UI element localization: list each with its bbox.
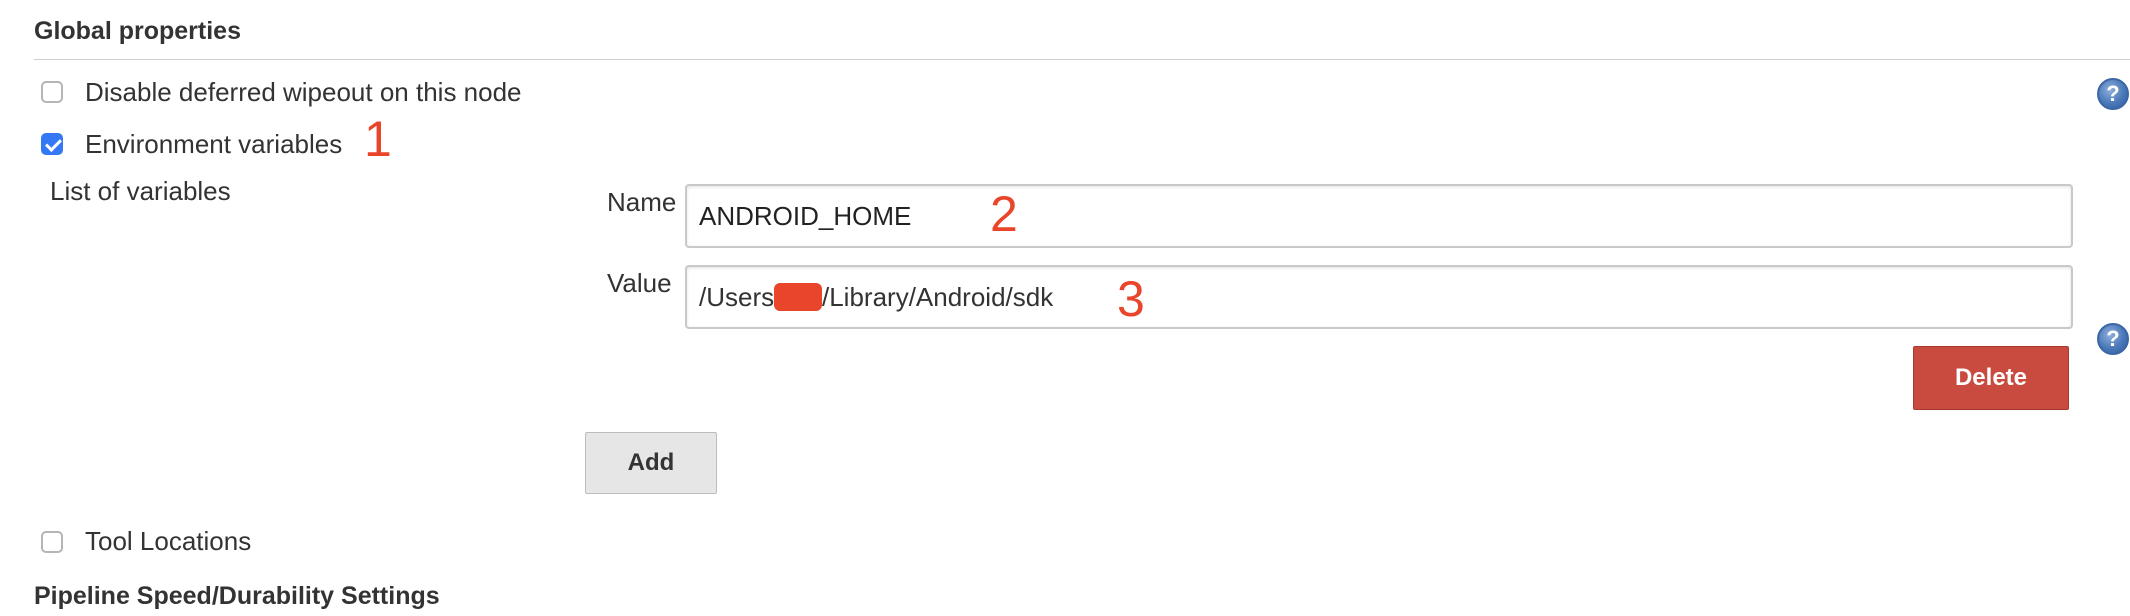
- list-of-variables-label: List of variables: [50, 176, 231, 206]
- section-title-global-properties: Global properties: [34, 17, 241, 45]
- value-text-suffix: /Library/Android/sdk: [822, 282, 1054, 312]
- tool-locations-label: Tool Locations: [85, 526, 252, 556]
- help-icon[interactable]: ?: [2097, 323, 2129, 355]
- env-var-name-input[interactable]: [685, 184, 2073, 248]
- annotation-number-3: 3: [1117, 271, 1145, 327]
- disable-deferred-wipeout-label: Disable deferred wipeout on this node: [85, 77, 522, 107]
- annotation-number-1: 1: [364, 111, 392, 167]
- section-title-pipeline-speed: Pipeline Speed/Durability Settings: [34, 582, 440, 610]
- environment-variables-checkbox[interactable]: [41, 133, 63, 155]
- annotation-number-2: 2: [990, 186, 1018, 242]
- redaction-mark: [774, 283, 822, 311]
- name-field-label: Name: [607, 187, 677, 217]
- help-icon[interactable]: ?: [2097, 78, 2129, 110]
- value-field-label: Value: [607, 268, 672, 298]
- add-button[interactable]: Add: [585, 432, 717, 494]
- checkmark-icon: [45, 135, 62, 152]
- environment-variables-label: Environment variables: [85, 129, 343, 159]
- section-divider: [34, 59, 2130, 60]
- delete-button[interactable]: Delete: [1913, 346, 2069, 410]
- tool-locations-checkbox[interactable]: [41, 531, 63, 553]
- value-text-prefix: /Users/: [699, 282, 782, 312]
- disable-deferred-wipeout-checkbox[interactable]: [41, 81, 63, 103]
